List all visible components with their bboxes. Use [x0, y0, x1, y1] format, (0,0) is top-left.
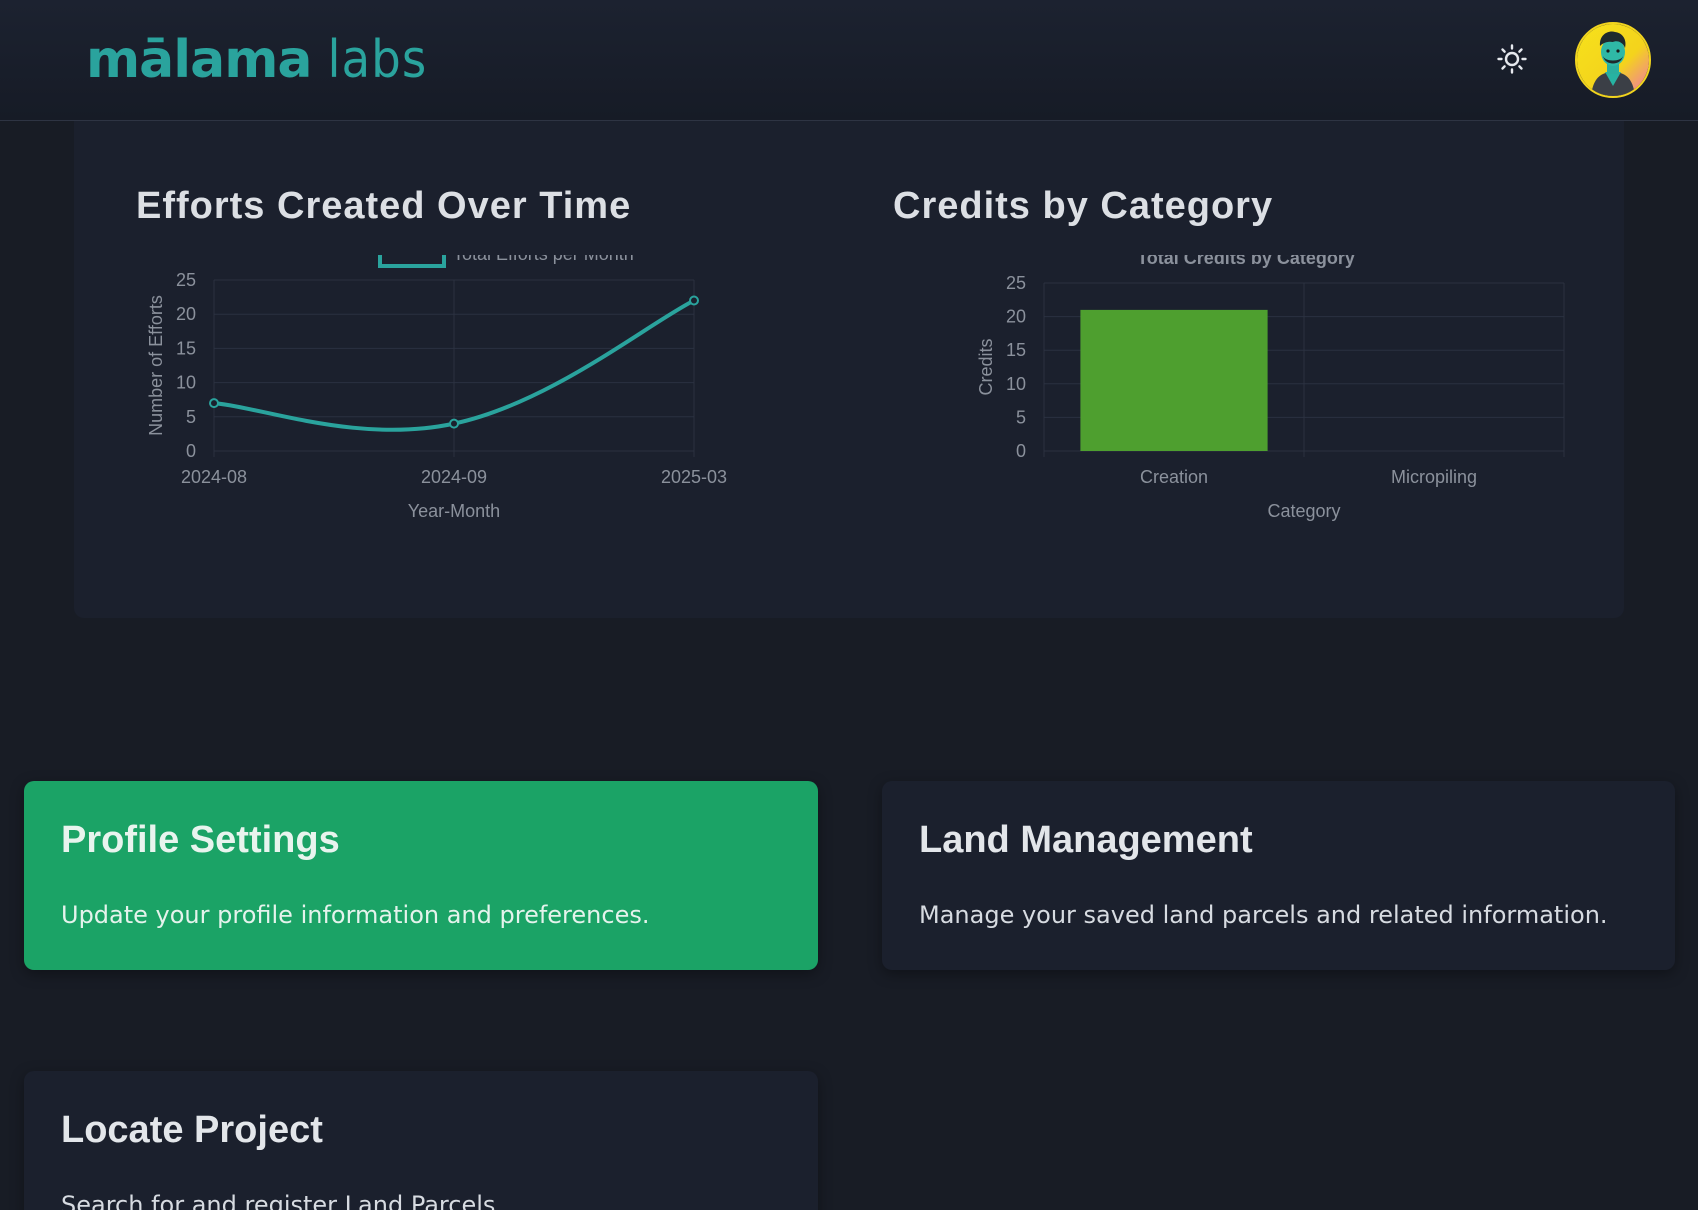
y-tick-label: 10 — [1006, 374, 1026, 394]
y-tick-label: 15 — [1006, 340, 1026, 360]
x-tick-label: 2024-09 — [421, 467, 487, 487]
card-title: Profile Settings — [61, 819, 340, 861]
charts-panel: Efforts Created Over Time Credits by Cat… — [74, 115, 1624, 618]
data-point — [449, 418, 459, 429]
x-tick-label: Creation — [1140, 467, 1208, 487]
card-description: Manage your saved land parcels and relat… — [919, 901, 1608, 929]
y-tick-label: 5 — [1016, 407, 1026, 427]
avatar-portrait-icon — [1577, 24, 1649, 96]
x-tick-label: Micropiling — [1391, 467, 1477, 487]
data-point — [209, 398, 219, 409]
bar-chart-subtitle: Total Credits by Category — [1137, 255, 1355, 268]
y-tick-label: 20 — [1006, 307, 1026, 327]
sun-icon — [1497, 44, 1527, 74]
y-tick-label: 10 — [176, 373, 196, 393]
efforts-chart-title: Efforts Created Over Time — [136, 185, 632, 227]
locate-project-card[interactable]: Locate Project Search for and register L… — [24, 1071, 818, 1210]
logo-sub-text: labs — [327, 30, 428, 90]
theme-toggle-button[interactable] — [1494, 41, 1530, 77]
y-tick-label: 5 — [186, 407, 196, 427]
data-point — [689, 295, 699, 306]
y-tick-label: 15 — [176, 338, 196, 358]
logo-main-text: mālama — [86, 30, 312, 90]
top-navbar: mālama labs — [0, 0, 1698, 121]
x-axis-title: Category — [1267, 501, 1340, 521]
credits-chart-title: Credits by Category — [893, 185, 1274, 227]
card-description: Search for and register Land Parcels — [61, 1191, 496, 1210]
profile-settings-card[interactable]: Profile Settings Update your profile inf… — [24, 781, 818, 970]
y-tick-label: 25 — [176, 270, 196, 290]
y-tick-label: 20 — [176, 304, 196, 324]
card-title: Land Management — [919, 819, 1253, 861]
card-description: Update your profile information and pref… — [61, 901, 650, 929]
y-tick-label: 25 — [1006, 273, 1026, 293]
legend-swatch — [378, 255, 446, 268]
user-avatar[interactable] — [1575, 22, 1651, 98]
bar — [1080, 309, 1268, 451]
land-management-card[interactable]: Land Management Manage your saved land p… — [882, 781, 1675, 970]
card-title: Locate Project — [61, 1109, 323, 1151]
efforts-line-chart: Total Efforts per Month 0 5 10 15 20 25 2024-08… — [146, 255, 727, 521]
y-axis-title: Credits — [976, 338, 996, 395]
legend-label: Total Efforts per Month — [453, 255, 634, 264]
y-axis-title: Number of Efforts — [146, 295, 166, 436]
x-axis-title: Year-Month — [408, 501, 500, 521]
malama-labs-logo[interactable]: mālama labs — [86, 30, 427, 90]
credits-bar-chart: Total Credits by Category 0 5 10 15 20 25 Creat… — [976, 255, 1565, 521]
y-tick-label: 0 — [186, 441, 196, 461]
x-tick-label: 2025-03 — [661, 467, 727, 487]
y-tick-label: 0 — [1016, 441, 1026, 461]
x-tick-label: 2024-08 — [181, 467, 247, 487]
